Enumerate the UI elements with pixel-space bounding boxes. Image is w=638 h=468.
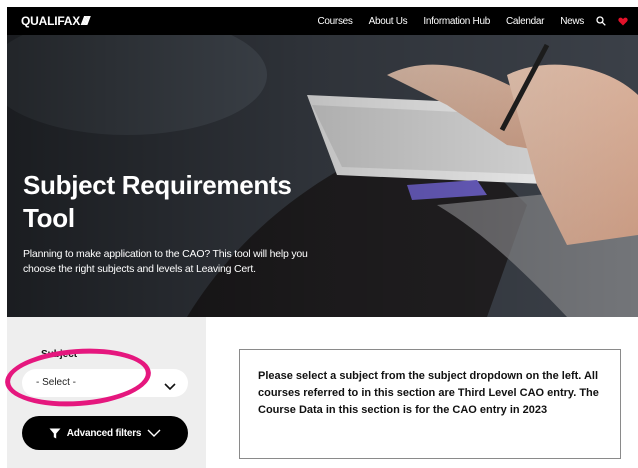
nav-item-courses[interactable]: Courses bbox=[317, 16, 352, 27]
advanced-filters-label: Advanced filters bbox=[66, 427, 142, 439]
filter-icon bbox=[49, 428, 61, 439]
logo-mark: ///// bbox=[81, 14, 90, 28]
nav-item-news[interactable]: News bbox=[560, 16, 584, 27]
qualifax-logo[interactable]: QUALIFAX///// bbox=[21, 14, 90, 28]
advanced-filters-button[interactable]: Advanced filters bbox=[22, 416, 188, 450]
search-icon[interactable] bbox=[596, 16, 606, 26]
logo-text: QUALIFAX bbox=[21, 14, 81, 28]
subject-select-value: - Select - bbox=[36, 377, 77, 388]
nav-item-calendar[interactable]: Calendar bbox=[506, 16, 544, 27]
heart-icon[interactable] bbox=[618, 17, 628, 26]
page-title: Subject Requirements Tool bbox=[23, 170, 292, 233]
main-nav: Courses About Us Information Hub Calenda… bbox=[301, 7, 634, 35]
info-message: Please select a subject from the subject… bbox=[258, 370, 599, 416]
chevron-down-icon bbox=[147, 429, 161, 437]
subject-label: Subject bbox=[41, 349, 78, 360]
nav-item-information-hub[interactable]: Information Hub bbox=[423, 16, 490, 27]
subject-select[interactable]: - Select - bbox=[22, 369, 188, 397]
nav-item-about-us[interactable]: About Us bbox=[369, 16, 408, 27]
page-subtitle: Planning to make application to the CAO?… bbox=[23, 248, 308, 275]
hero-banner: Subject Requirements Tool Planning to ma… bbox=[7, 35, 638, 317]
chevron-down-icon bbox=[164, 378, 176, 396]
top-navigation-bar: QUALIFAX///// Courses About Us Informati… bbox=[7, 7, 638, 35]
info-message-box: Please select a subject from the subject… bbox=[239, 349, 621, 459]
